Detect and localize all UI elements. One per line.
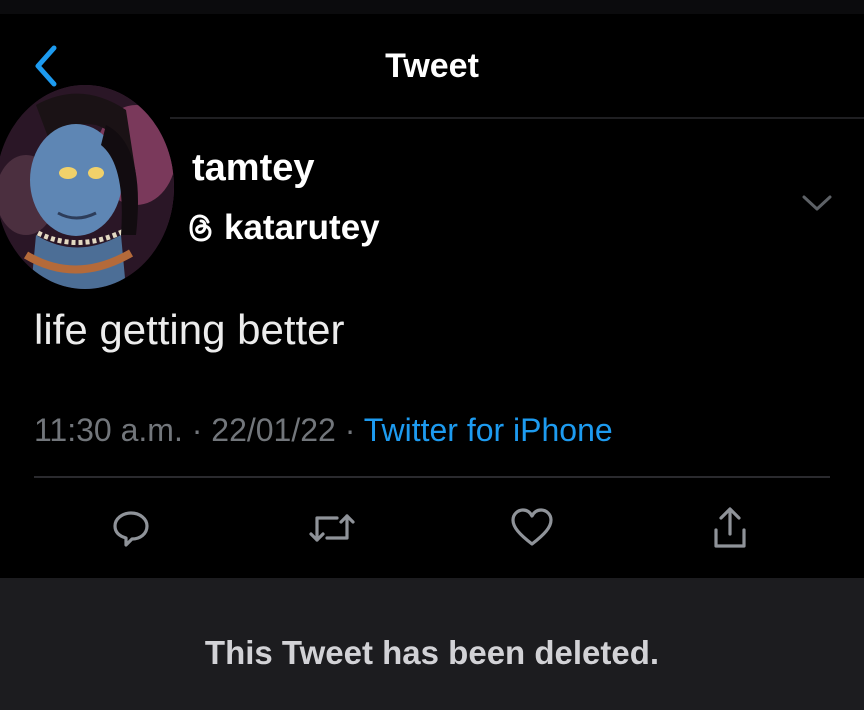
tweet-meta: 11:30 a.m. · 22/01/22 · Twitter for iPho… bbox=[34, 412, 613, 449]
like-icon bbox=[511, 508, 553, 546]
share-button[interactable] bbox=[702, 500, 758, 556]
tweet-date: 22/01/22 bbox=[211, 412, 336, 448]
deleted-notice: This Tweet has been deleted. bbox=[204, 634, 660, 671]
threads-logo-icon bbox=[189, 214, 212, 242]
share-icon bbox=[714, 507, 746, 548]
page-title: Tweet bbox=[385, 47, 479, 85]
header-divider bbox=[170, 117, 864, 119]
retweet-icon bbox=[309, 514, 355, 542]
reply-button[interactable] bbox=[103, 500, 159, 556]
user-handle: katarutey bbox=[224, 208, 380, 247]
reply-icon bbox=[113, 511, 149, 547]
meta-separator: · bbox=[344, 412, 356, 448]
top-strip bbox=[0, 0, 864, 14]
like-button[interactable] bbox=[504, 500, 560, 556]
deleted-notice-panel: This Tweet has been deleted. bbox=[0, 578, 864, 710]
handle-row[interactable]: katarutey bbox=[188, 208, 380, 248]
retweet-button[interactable] bbox=[304, 500, 360, 556]
tweet-time: 11:30 a.m. bbox=[34, 412, 183, 448]
display-name[interactable]: tamtey bbox=[192, 147, 315, 190]
more-options-button[interactable] bbox=[800, 190, 834, 216]
actions-divider bbox=[34, 476, 830, 478]
avatar[interactable] bbox=[0, 85, 174, 289]
meta-separator: · bbox=[191, 412, 203, 448]
chevron-down-icon bbox=[802, 195, 832, 211]
avatar-image bbox=[0, 85, 174, 289]
tweet-source-link[interactable]: Twitter for iPhone bbox=[364, 412, 613, 448]
tweet-text: life getting better bbox=[34, 306, 345, 353]
